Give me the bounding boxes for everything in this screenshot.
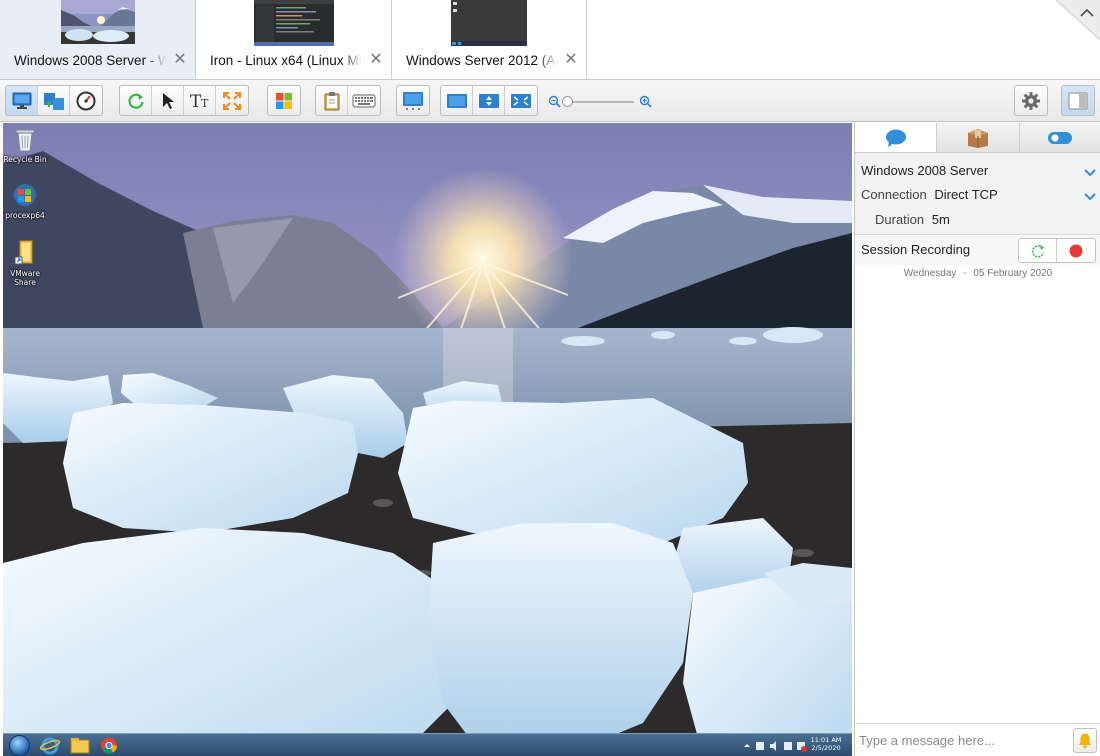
session-tab-strip: Windows 2008 Server - Windows ✕ Iron - L… <box>0 0 1100 80</box>
display-select-icon[interactable] <box>397 86 429 115</box>
message-bar <box>855 723 1100 756</box>
session-info: Windows 2008 Server Connection Direct TC… <box>855 153 1100 265</box>
internet-explorer-icon[interactable] <box>39 736 61 755</box>
toolbar: TT <box>0 80 1100 122</box>
taskbar-clock[interactable]: 11:01 AM 2/5/2020 <box>810 736 842 752</box>
record-icon <box>1069 244 1083 257</box>
remote-desktop-view[interactable]: Recycle Bin procexp64 VMware Share 11:01… <box>3 123 852 756</box>
notification-button[interactable] <box>1073 728 1097 753</box>
chrome-icon[interactable] <box>98 736 120 755</box>
chat-date-separator: Wednesday - 05 February 2020 <box>903 268 1053 279</box>
session-tab-windows-2008[interactable]: Windows 2008 Server - Windows ✕ <box>0 0 196 79</box>
close-tab-icon[interactable]: ✕ <box>564 52 578 68</box>
display-group <box>396 85 430 116</box>
recording-controls <box>1018 238 1096 263</box>
chevron-down-icon[interactable] <box>1084 188 1096 201</box>
close-tab-icon[interactable]: ✕ <box>369 52 383 68</box>
desktop-icon-recycle-bin[interactable]: Recycle Bin <box>3 125 48 164</box>
session-recording-row: Session Recording <box>855 234 1100 265</box>
folder-shortcut-icon <box>12 239 38 267</box>
connection-row: Connection Direct TCP <box>861 187 998 202</box>
tab-toggle[interactable] <box>1019 123 1100 152</box>
tab-chat[interactable] <box>855 123 938 152</box>
duration-row: Duration 5m <box>875 212 950 227</box>
start-button[interactable] <box>9 735 30 756</box>
session-tab-label: Iron - Linux x64 (Linux Mint) <box>210 53 362 68</box>
settings-icon[interactable] <box>1015 86 1047 115</box>
connection-label: Connection <box>861 187 927 202</box>
tray-volume-icon <box>770 741 776 751</box>
close-tab-icon[interactable]: ✕ <box>173 52 187 68</box>
scale-icon[interactable] <box>505 86 537 115</box>
refresh-icon <box>1031 244 1044 258</box>
session-thumbnail <box>60 0 135 44</box>
toggle-icon <box>1048 131 1073 144</box>
control-group: TT <box>119 85 249 116</box>
zoom-knob[interactable] <box>562 96 573 107</box>
chevron-down-icon[interactable] <box>1084 164 1096 177</box>
refresh-icon[interactable] <box>120 86 152 115</box>
fullscreen-icon[interactable] <box>216 86 248 115</box>
duration-label: Duration <box>875 212 925 227</box>
zoom-in-icon[interactable] <box>639 95 652 108</box>
panel-tabs <box>855 123 1100 153</box>
session-tab-windows-2012[interactable]: Windows Server 2012 (Access) ✕ <box>392 0 587 79</box>
tray-flag-icon <box>784 742 792 750</box>
taskbar: 11:01 AM 2/5/2020 <box>3 733 852 756</box>
windows-key-icon[interactable] <box>268 86 300 115</box>
session-tab-iron-linux[interactable]: Iron - Linux x64 (Linux Mint) ✕ <box>196 0 392 79</box>
fit-height-icon[interactable] <box>473 86 505 115</box>
fit-window-icon[interactable] <box>441 86 473 115</box>
pointer-icon[interactable] <box>152 86 184 115</box>
scaling-group <box>440 85 538 116</box>
desktop-wallpaper <box>3 123 852 756</box>
session-thumbnail <box>253 0 334 46</box>
zoom-slider[interactable] <box>548 94 652 110</box>
clipboard-icon[interactable] <box>316 86 348 115</box>
tray-network-icon <box>756 742 764 750</box>
zoom-track[interactable] <box>564 101 634 103</box>
text-input-icon[interactable]: TT <box>184 86 216 115</box>
side-panel: Windows 2008 Server Connection Direct TC… <box>854 123 1100 756</box>
performance-gauge-icon[interactable] <box>70 86 102 115</box>
bell-icon <box>1078 733 1092 749</box>
view-group <box>5 85 103 116</box>
package-icon <box>967 128 988 148</box>
desktop-icon-procexp64[interactable]: procexp64 <box>3 181 48 220</box>
tab-package[interactable] <box>937 123 1020 152</box>
duration-value: 5m <box>931 212 950 227</box>
windows-key-group <box>267 85 301 116</box>
session-tab-label: Windows Server 2012 (Access) <box>406 53 558 68</box>
system-tray: 11:01 AM 2/5/2020 <box>742 734 852 756</box>
settings-group <box>1014 85 1048 116</box>
svg-text:T: T <box>201 97 209 110</box>
recording-refresh-button[interactable] <box>1019 239 1057 262</box>
session-recording-label: Session Recording <box>861 242 971 257</box>
tray-expand-icon <box>744 744 750 747</box>
keyboard-icon[interactable] <box>348 86 380 115</box>
side-panel-icon[interactable] <box>1062 86 1094 115</box>
collapse-tabs-icon[interactable] <box>1055 0 1100 41</box>
desktop-icon-vmware-share[interactable]: VMware Share <box>3 239 48 287</box>
session-thumbnail <box>451 0 527 46</box>
recycle-bin-icon <box>12 125 38 153</box>
monitor-icon[interactable] <box>6 86 38 115</box>
session-tab-label: Windows 2008 Server - Windows <box>14 53 166 68</box>
zoom-out-icon[interactable] <box>548 95 561 108</box>
session-name: Windows 2008 Server <box>861 163 989 178</box>
chat-icon <box>885 129 906 147</box>
side-panel-group <box>1061 85 1095 116</box>
record-button[interactable] <box>1057 239 1095 262</box>
message-input[interactable] <box>859 728 1067 753</box>
file-explorer-icon[interactable] <box>69 736 91 755</box>
input-group <box>315 85 381 116</box>
connection-value: Direct TCP <box>934 187 998 202</box>
procexp-icon <box>12 181 38 209</box>
file-transfer-icon[interactable] <box>38 86 70 115</box>
